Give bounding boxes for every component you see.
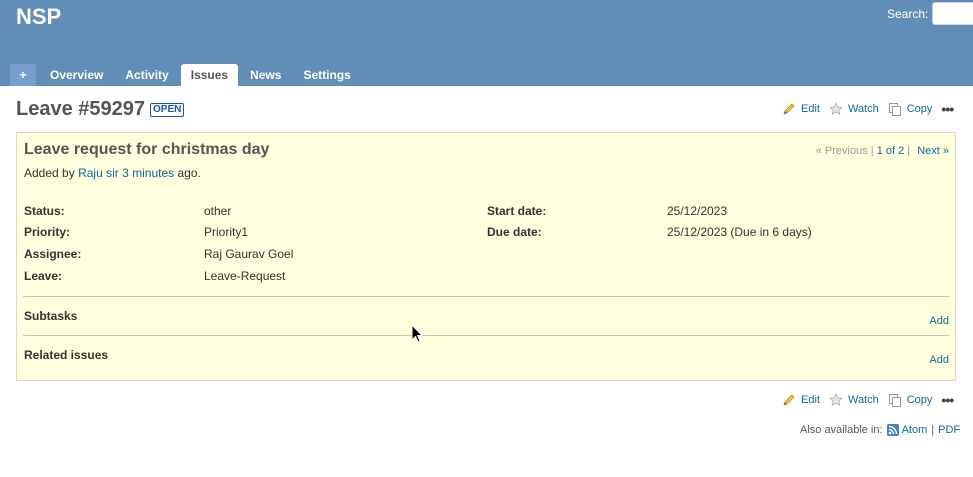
pencil-icon	[783, 394, 795, 406]
copy-link[interactable]: Copy	[888, 102, 933, 116]
new-object-button[interactable]: +	[10, 64, 36, 86]
watch-label: Watch	[847, 394, 879, 406]
nav-separator: |	[907, 145, 911, 157]
header: NSP Search: + Overview Activity Issues N…	[0, 0, 973, 86]
rss-feed-icon	[886, 424, 899, 436]
edit-link[interactable]: Edit	[782, 102, 820, 116]
search-label: Search:	[887, 7, 929, 21]
issue-subject: Leave request for christmas day	[24, 141, 270, 158]
project-title[interactable]: NSP	[16, 4, 61, 30]
leave-value: Leave-Request	[204, 269, 286, 283]
previous-link: « Previous	[815, 145, 868, 157]
related-issues-title: Related issues	[24, 348, 109, 362]
watch-link[interactable]: Watch	[828, 393, 879, 407]
status-label: Status:	[24, 204, 65, 218]
next-link[interactable]: Next »	[917, 145, 949, 157]
time-ago-link[interactable]: 3 minutes	[122, 166, 174, 180]
priority-label: Priority:	[24, 225, 71, 239]
start-date-label: Start date:	[487, 204, 547, 218]
edit-link[interactable]: Edit	[782, 393, 820, 407]
mouse-cursor-icon	[411, 324, 423, 343]
divider	[23, 335, 949, 336]
divider	[23, 296, 949, 297]
copy-link[interactable]: Copy	[888, 393, 933, 407]
tab-activity[interactable]: Activity	[115, 64, 178, 86]
author-line: Added by Raju sir 3 minutes ago.	[24, 166, 201, 180]
tab-settings[interactable]: Settings	[293, 64, 360, 86]
edit-label: Edit	[801, 394, 820, 406]
also-available: Also available in: Atom | PDF	[800, 424, 960, 436]
pdf-link[interactable]: PDF	[938, 424, 960, 436]
pencil-icon	[783, 103, 795, 115]
author-link[interactable]: Raju sir	[78, 166, 119, 180]
copy-icon	[888, 394, 901, 407]
author-prefix: Added by	[24, 166, 75, 180]
star-icon	[828, 102, 843, 116]
issue-heading: Leave #59297	[16, 98, 146, 120]
add-subtask-link[interactable]: Add	[929, 315, 949, 327]
start-date-value: 25/12/2023	[667, 204, 728, 218]
assignee-link[interactable]: Raj Gaurav Goel	[204, 247, 293, 261]
copy-label: Copy	[906, 103, 933, 115]
atom-link[interactable]: Atom	[902, 424, 928, 436]
prev-next-nav: « Previous | 1 of 2 | Next »	[816, 145, 949, 157]
footer-separator: |	[931, 424, 935, 436]
tab-overview[interactable]: Overview	[40, 64, 113, 86]
watch-link[interactable]: Watch	[828, 102, 879, 116]
issue-details: Leave request for christmas day Added by…	[16, 132, 956, 381]
contextual-actions-top: Edit Watch Copy •••	[782, 101, 954, 117]
author-suffix: ago.	[177, 166, 201, 180]
add-related-issue-link[interactable]: Add	[929, 354, 949, 366]
edit-label: Edit	[801, 103, 820, 115]
more-actions-icon[interactable]: •••	[941, 102, 954, 116]
watch-label: Watch	[847, 103, 879, 115]
also-available-label: Also available in:	[800, 424, 883, 436]
tab-issues[interactable]: Issues	[180, 64, 239, 86]
priority-value: Priority1	[204, 225, 249, 239]
position-link[interactable]: 1 of 2	[877, 145, 905, 157]
star-icon	[828, 393, 843, 407]
search-input[interactable]	[932, 2, 973, 25]
leave-label: Leave:	[24, 269, 63, 283]
more-actions-icon[interactable]: •••	[941, 393, 954, 407]
assignee-label: Assignee:	[24, 247, 82, 261]
status-badge: OPEN	[150, 103, 185, 117]
due-date-label: Due date:	[487, 225, 542, 239]
contextual-actions-bottom: Edit Watch Copy •••	[782, 392, 954, 408]
main-menu: + Overview Activity Issues News Settings	[10, 64, 363, 86]
copy-icon	[888, 103, 901, 116]
tab-news[interactable]: News	[240, 64, 291, 86]
due-date-value: 25/12/2023 (Due in 6 days)	[667, 225, 812, 239]
nav-separator: |	[870, 145, 874, 157]
status-value: other	[204, 204, 232, 218]
subtasks-title: Subtasks	[24, 309, 78, 323]
copy-label: Copy	[906, 394, 933, 406]
